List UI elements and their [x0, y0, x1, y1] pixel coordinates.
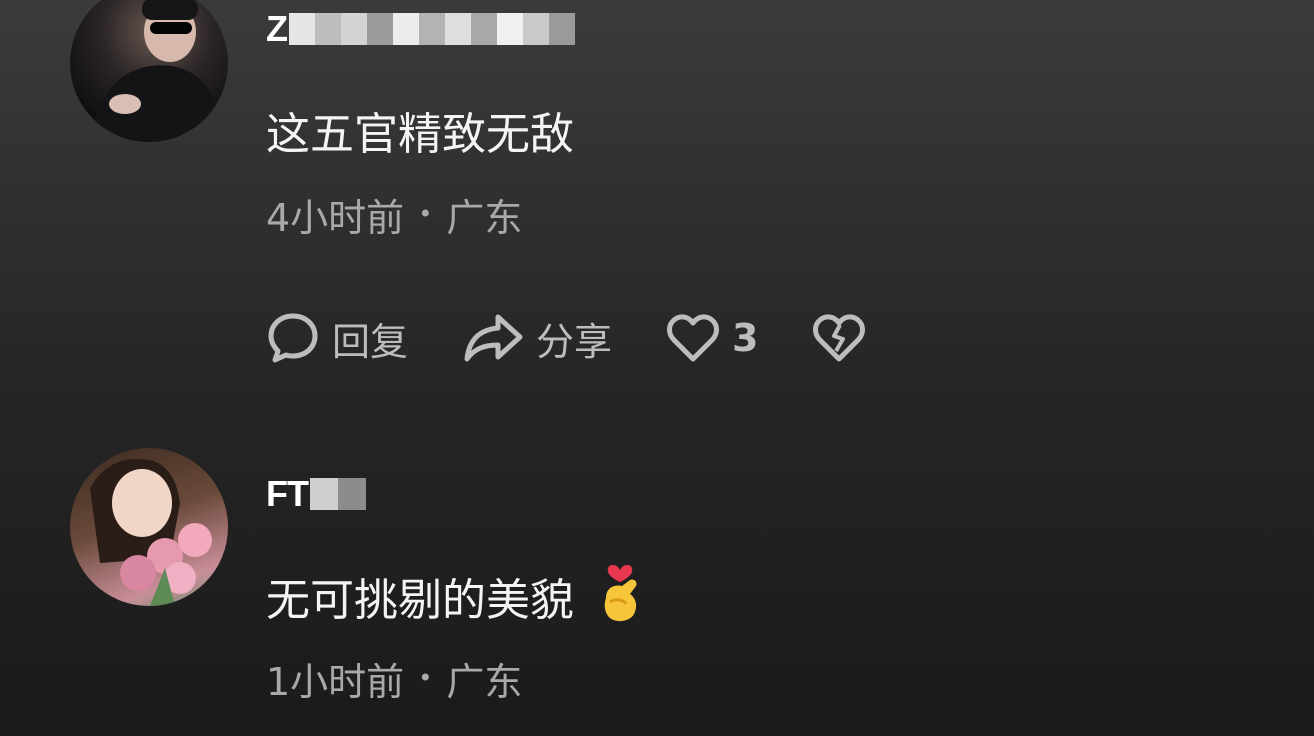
meta-separator: • [418, 664, 433, 692]
comment-text-content: 无可挑剔的美貌 [266, 575, 574, 626]
share-button[interactable]: 分享 [462, 311, 612, 366]
meta-separator: • [418, 200, 433, 228]
username-text: Z [266, 8, 288, 49]
comment-item-1: Z 这五官精致无敌 4小时前 • 广东 回复 分享 3 [0, 0, 1314, 430]
username-text: FT [266, 473, 309, 514]
like-button[interactable]: 3 [666, 313, 758, 363]
comment-meta: 4小时前 • 广东 [266, 188, 522, 240]
username[interactable]: Z [266, 8, 575, 49]
comment-text-content: 这五官精致无敌 [266, 109, 574, 160]
dislike-button[interactable] [812, 313, 866, 363]
comment-location: 广东 [446, 659, 523, 704]
comment-bubble-icon [266, 311, 320, 365]
comment-actions: 回复 分享 3 [266, 308, 920, 368]
broken-heart-icon [812, 313, 866, 363]
comment-text: 无可挑剔的美貌 [266, 564, 644, 626]
reply-button[interactable]: 回复 [266, 311, 408, 366]
comment-time: 4小时前 [266, 195, 405, 240]
username-mosaic [309, 478, 366, 510]
comment-time: 1小时前 [266, 659, 405, 704]
comment-meta: 1小时前 • 广东 [266, 652, 522, 704]
like-count: 3 [732, 316, 759, 360]
avatar-photo [90, 458, 212, 606]
share-label: 分享 [536, 319, 613, 364]
avatar[interactable] [70, 448, 228, 606]
username-mosaic [289, 13, 575, 45]
comment-location: 广东 [446, 195, 523, 240]
reply-label: 回复 [332, 319, 409, 364]
avatar-photo [90, 0, 220, 142]
avatar[interactable] [70, 0, 228, 142]
heart-icon [666, 313, 720, 363]
comment-item-2: FT 无可挑剔的美貌 1小时前 • 广东 [0, 430, 1314, 736]
comment-text: 这五官精致无敌 [266, 100, 574, 160]
share-arrow-icon [462, 311, 524, 365]
finger-heart-emoji [596, 558, 644, 635]
username[interactable]: FT [266, 473, 366, 514]
